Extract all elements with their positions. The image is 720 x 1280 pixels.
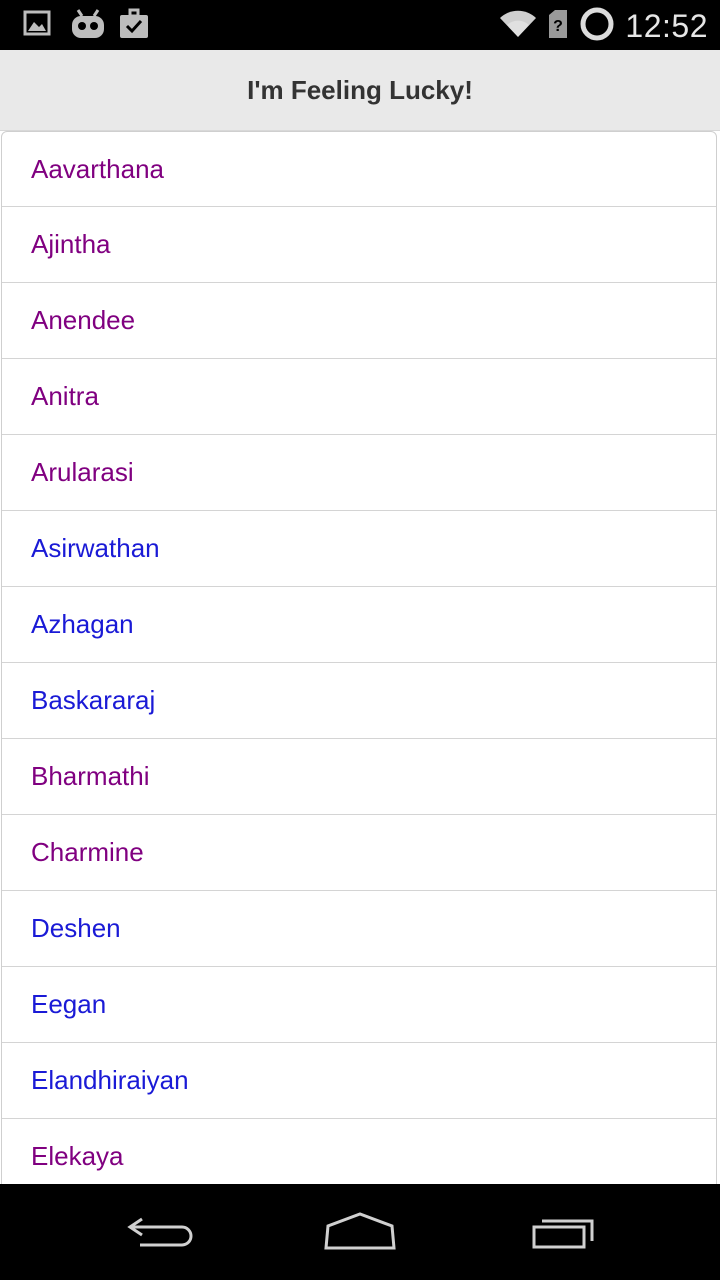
list-item[interactable]: Arularasi	[2, 435, 716, 511]
list-container[interactable]: Aavarthana Ajintha Anendee Anitra Arularasi A…	[0, 131, 720, 1184]
list-item[interactable]: Baskararaj	[2, 663, 716, 739]
cyanogen-mascot-icon	[70, 8, 104, 40]
list-item-label[interactable]: Azhagan	[31, 609, 134, 640]
list-item-label[interactable]: Elekaya	[31, 1141, 124, 1172]
list-item-label[interactable]: Eegan	[31, 989, 106, 1020]
wifi-icon	[499, 9, 537, 44]
list-item[interactable]: Bharmathi	[2, 739, 716, 815]
system-icons: ? 12:52	[499, 6, 708, 47]
list-item-label[interactable]: Charmine	[31, 837, 144, 868]
list-item[interactable]: Deshen	[2, 891, 716, 967]
action-bar: I'm Feeling Lucky!	[0, 50, 720, 131]
list-item-label[interactable]: Anitra	[31, 381, 99, 412]
task-checklist-icon	[118, 8, 150, 40]
list-item-label[interactable]: Elandhiraiyan	[31, 1065, 189, 1096]
list-item-label[interactable]: Arularasi	[31, 457, 134, 488]
battery-ring-icon	[579, 6, 615, 47]
list-item-label[interactable]: Asirwathan	[31, 533, 160, 564]
list-item-label[interactable]: Baskararaj	[31, 685, 155, 716]
list-item[interactable]: Charmine	[2, 815, 716, 891]
list-item[interactable]: Asirwathan	[2, 511, 716, 587]
list-item-label[interactable]: Ajintha	[31, 229, 111, 260]
status-bar: ? 12:52	[0, 0, 720, 50]
svg-text:?: ?	[554, 18, 564, 35]
list-item[interactable]: Azhagan	[2, 587, 716, 663]
navigation-bar	[0, 1184, 720, 1280]
back-icon	[124, 1211, 196, 1256]
list-item[interactable]: Eegan	[2, 967, 716, 1043]
list-item[interactable]: Anitra	[2, 359, 716, 435]
home-icon	[322, 1210, 398, 1257]
list-item-label[interactable]: Deshen	[31, 913, 121, 944]
notification-icons	[22, 8, 150, 40]
image-notification-icon	[22, 8, 54, 40]
back-button[interactable]	[120, 1208, 200, 1258]
list-item-label[interactable]: Bharmathi	[31, 761, 150, 792]
recents-icon	[526, 1211, 598, 1256]
name-list: Aavarthana Ajintha Anendee Anitra Arularasi A…	[1, 131, 717, 1184]
list-item[interactable]: Elandhiraiyan	[2, 1043, 716, 1119]
page-title: I'm Feeling Lucky!	[247, 74, 473, 105]
recents-button[interactable]	[522, 1208, 602, 1258]
list-item[interactable]: Ajintha	[2, 207, 716, 283]
list-item[interactable]: Anendee	[2, 283, 716, 359]
list-item[interactable]: Aavarthana	[2, 132, 716, 207]
list-item[interactable]: Elekaya	[2, 1119, 716, 1184]
clock: 12:52	[625, 8, 708, 44]
list-item-label[interactable]: Anendee	[31, 305, 135, 336]
list-item-label[interactable]: Aavarthana	[31, 154, 164, 185]
no-sim-icon: ?	[547, 9, 569, 44]
home-button[interactable]	[320, 1208, 400, 1258]
